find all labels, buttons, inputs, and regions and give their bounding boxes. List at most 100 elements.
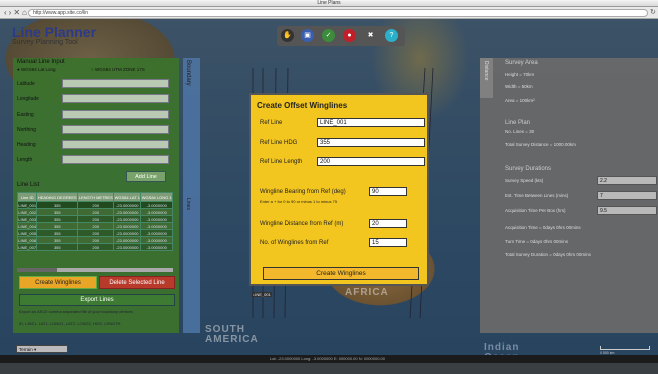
line-table: Line ID HEADING DEGREES LENGTH METRES WGS84… xyxy=(16,192,173,251)
browser-toolbar: ‹ › ✕ ⌂ http://www.app.site.co/lin ↻ xyxy=(0,7,658,19)
durations-heading: Survey Durations xyxy=(505,166,552,172)
ref-line-input[interactable]: LINE_001 xyxy=(317,118,425,127)
lines-tab-label[interactable]: Lines xyxy=(185,198,191,210)
close-icon[interactable]: ✖ xyxy=(364,29,377,42)
table-cell: 355 xyxy=(36,215,79,223)
table-cell: 200 xyxy=(77,243,115,251)
longitude-field[interactable] xyxy=(62,94,169,103)
table-cell: 355 xyxy=(36,229,79,237)
easting-label: Easting xyxy=(17,112,34,118)
table-cell: 200 xyxy=(77,208,115,216)
back-icon[interactable]: ‹ xyxy=(4,8,7,17)
south-america-label: SOUTH AMERICA xyxy=(205,324,259,345)
create-winglines-button[interactable]: Create Winglines xyxy=(19,276,97,289)
distance-label: Wingline Distance from Ref (m) xyxy=(260,221,344,227)
table-row[interactable]: LINE_005 355 200 -23.0000000 -3.0000000 xyxy=(16,229,173,237)
bearing-input[interactable]: 90 xyxy=(369,187,407,196)
total-duration-value: Total Survey Duration = 0days 0hrs 00min… xyxy=(505,252,591,257)
bearing-note: Enter a + for 0 to 90 or minus 1 to minu… xyxy=(260,199,338,204)
heading-label: Heading xyxy=(17,142,36,148)
table-row[interactable]: LINE_006 355 200 -23.0000000 -3.0000000 xyxy=(16,236,173,244)
scale-bar xyxy=(600,346,650,350)
column-header[interactable]: HEADING DEGREES xyxy=(36,192,79,202)
table-cell: -23.0000000 xyxy=(113,236,142,244)
table-cell: 200 xyxy=(77,229,115,237)
line-list-title: Line List xyxy=(17,182,40,188)
table-cell: -3.0000000 xyxy=(140,236,173,244)
boundary-tab[interactable]: Boundary Lines xyxy=(183,58,200,333)
winglines-dialog: Create Offset Winglines Ref Line LINE_00… xyxy=(249,93,429,286)
line-label: LINE_001 xyxy=(252,292,272,297)
table-cell: -3.0000000 xyxy=(140,229,173,237)
table-cell: LINE_001 xyxy=(16,201,38,209)
table-row[interactable]: LINE_007 355 200 -23.0000000 -3.0000000 xyxy=(16,243,173,251)
table-cell: LINE_004 xyxy=(16,222,38,230)
column-header[interactable]: Line ID xyxy=(16,192,38,202)
forward-icon[interactable]: › xyxy=(9,8,12,17)
heading-field[interactable] xyxy=(62,140,169,149)
status-bar: Lat: -23.0000000 Long: -3.0000000 E: 000… xyxy=(0,355,658,363)
column-header[interactable]: WGS84 LONG 1 xyxy=(140,192,173,202)
radio-utm[interactable]: ○ WGS84 UTM ZONE 17S xyxy=(91,67,145,72)
stop-icon[interactable]: ✕ xyxy=(13,8,20,17)
add-line-button[interactable]: Add Line xyxy=(126,171,166,182)
distance-input[interactable]: 20 xyxy=(369,219,407,228)
ref-length-label: Ref Line Length xyxy=(260,159,303,165)
table-row[interactable]: LINE_004 355 200 -23.0000000 -3.0000000 xyxy=(16,222,173,230)
latitude-field[interactable] xyxy=(62,79,169,88)
cursor-coordinates: Lat: -23.0000000 Long: -3.0000000 E: 000… xyxy=(270,356,385,361)
table-cell: -3.0000000 xyxy=(140,215,173,223)
delete-line-button[interactable]: Delete Selected Line xyxy=(99,276,175,289)
boundary-tab-label: Boundary xyxy=(185,60,191,86)
latitude-label: Latitude xyxy=(17,81,35,87)
turn-input[interactable]: 7 xyxy=(597,191,657,200)
table-row[interactable]: LINE_001 355 200 -23.0000000 -3.0000000 xyxy=(16,201,173,209)
column-header[interactable]: WGS84 LAT 1 xyxy=(113,192,142,202)
table-cell: 355 xyxy=(36,201,79,209)
acq-time-value: Acquisition Time = 0days 0hrs 00mins xyxy=(505,225,581,230)
table-cell: -3.0000000 xyxy=(140,222,173,230)
length-label: Length xyxy=(17,157,33,163)
table-scrollbar[interactable] xyxy=(17,268,173,272)
home-icon[interactable]: ⌂ xyxy=(22,8,27,17)
table-cell: LINE_003 xyxy=(16,215,38,223)
basemap-select[interactable]: Terrain ▾ xyxy=(16,345,68,353)
length-field[interactable] xyxy=(62,155,169,164)
table-row[interactable]: LINE_003 355 200 -23.0000000 -3.0000000 xyxy=(16,215,173,223)
distance-tab[interactable]: Distance xyxy=(480,58,493,98)
pan-icon[interactable]: ✋ xyxy=(281,29,294,42)
dialog-title: Create Offset Winglines xyxy=(257,101,348,110)
speed-input[interactable]: 2.2 xyxy=(597,176,657,185)
table-cell: 355 xyxy=(36,208,79,216)
table-cell: LINE_007 xyxy=(16,243,38,251)
url-bar[interactable]: http://www.app.site.co/lin xyxy=(28,9,648,17)
table-cell: 200 xyxy=(77,215,115,223)
northing-field[interactable] xyxy=(62,125,169,134)
table-cell: -23.0000000 xyxy=(113,222,142,230)
radio-latlong[interactable]: ● WGS84 Lat Long xyxy=(17,67,56,72)
line-input-panel: Manual Line Input ● WGS84 Lat Long ○ WGS… xyxy=(13,58,179,333)
export-format: ID, LINE1, LAT1, LONG1, LAT2, LONG2, HDG… xyxy=(19,321,121,326)
delete-icon[interactable]: ● xyxy=(343,29,356,42)
draw-icon[interactable]: ✓ xyxy=(322,29,335,42)
manual-input-title: Manual Line Input xyxy=(17,59,65,65)
table-row[interactable]: LINE_002 355 200 -23.0000000 -3.0000000 xyxy=(16,208,173,216)
africa-label: AFRICA xyxy=(345,287,389,298)
bearing-label: Wingline Bearing from Ref (deg) xyxy=(260,189,346,195)
count-input[interactable]: 15 xyxy=(369,238,407,247)
ref-hdg-input[interactable]: 355 xyxy=(317,138,425,147)
select-icon[interactable]: ▣ xyxy=(301,29,314,42)
northing-label: Northing xyxy=(17,127,36,133)
dialog-create-winglines-button[interactable]: Create Winglines xyxy=(263,267,419,280)
acq-label: Acquisition Time Per Box (hrs) xyxy=(505,208,566,213)
column-header[interactable]: LENGTH METRES xyxy=(77,192,115,202)
refresh-icon[interactable]: ↻ xyxy=(650,9,656,17)
export-lines-button[interactable]: Export Lines xyxy=(19,294,175,306)
acq-input[interactable]: 9.5 xyxy=(597,206,657,215)
table-cell: -23.0000000 xyxy=(113,201,142,209)
export-note: Export an ASCII comma separated file of … xyxy=(19,309,133,314)
easting-field[interactable] xyxy=(62,110,169,119)
survey-area-heading: Survey Area xyxy=(505,60,538,66)
help-icon[interactable]: ? xyxy=(385,29,398,42)
ref-length-input[interactable]: 200 xyxy=(317,157,425,166)
